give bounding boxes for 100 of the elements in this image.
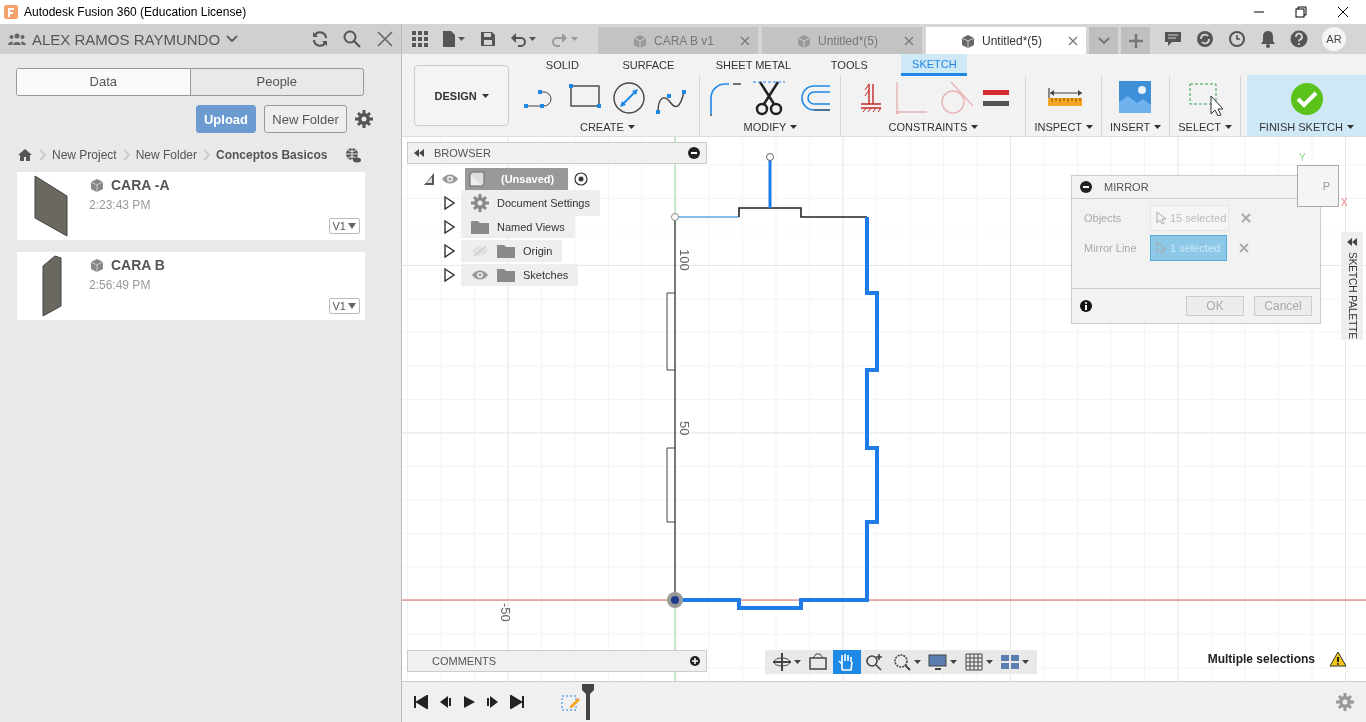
folder-icon xyxy=(497,244,515,258)
globe-icon[interactable] xyxy=(345,147,361,163)
cube-icon xyxy=(960,32,976,49)
cube-icon xyxy=(89,177,105,193)
browser-item[interactable]: Sketches xyxy=(461,264,579,286)
collapsed-icon[interactable] xyxy=(443,268,455,282)
settings-icon xyxy=(471,194,489,212)
restore-icon[interactable] xyxy=(1295,6,1307,18)
last-icon[interactable] xyxy=(510,695,524,709)
image-icon[interactable] xyxy=(1117,80,1154,116)
collapse-icon xyxy=(1347,238,1357,246)
radio-target-icon[interactable] xyxy=(574,172,589,186)
step-back-icon[interactable] xyxy=(438,695,452,709)
axis-label: Y xyxy=(1299,152,1306,163)
pointer-icon xyxy=(1156,211,1166,225)
step-forward-icon[interactable] xyxy=(486,695,500,709)
close-icon[interactable] xyxy=(1337,6,1349,18)
document-tab[interactable]: Untitled*(5) xyxy=(926,27,1086,54)
chevron-right-icon xyxy=(39,149,46,161)
toolbar-tab[interactable]: SHEET METAL xyxy=(703,54,804,76)
add-circle-icon[interactable] xyxy=(690,656,700,666)
component-icon xyxy=(469,171,485,187)
file-name[interactable]: CARA B xyxy=(111,257,165,273)
collapse-icon[interactable] xyxy=(414,149,424,157)
caret-icon xyxy=(481,93,489,98)
first-icon[interactable] xyxy=(414,695,428,709)
panel-title: COMMENTS xyxy=(432,655,498,667)
home-icon[interactable] xyxy=(17,148,33,162)
file-icon[interactable] xyxy=(442,30,466,48)
version-dropdown[interactable]: V1 xyxy=(328,298,360,314)
file-name[interactable]: CARA -A xyxy=(111,177,170,193)
search-icon[interactable] xyxy=(343,30,361,48)
bell-icon[interactable] xyxy=(1260,30,1276,48)
part-thumbnail xyxy=(31,174,71,238)
browser-item[interactable]: Origin xyxy=(461,240,563,262)
toolbar-tab[interactable]: SOLID xyxy=(519,54,606,76)
new-folder-button[interactable]: New Folder xyxy=(264,105,347,133)
circle-icon[interactable] xyxy=(611,80,648,116)
tool-group-menu[interactable]: SELECT xyxy=(1178,121,1232,133)
play-icon[interactable] xyxy=(462,695,476,709)
version-dropdown[interactable]: V1 xyxy=(328,218,360,234)
collapsed-icon[interactable] xyxy=(443,196,455,210)
field-label: Objects xyxy=(1084,212,1123,224)
toolbar-tab[interactable]: SURFACE xyxy=(605,54,692,76)
tool-group-menu[interactable]: MODIFY xyxy=(743,121,798,133)
sync-icon[interactable] xyxy=(1196,30,1214,48)
minus-circle-icon[interactable] xyxy=(688,147,700,159)
clock-icon[interactable] xyxy=(1228,30,1246,48)
window-title: Autodesk Fusion 360 (Education License) xyxy=(24,5,247,19)
data-tab[interactable]: Data xyxy=(17,69,190,95)
save-icon[interactable] xyxy=(480,31,496,47)
cube-icon xyxy=(632,32,648,49)
expanded-icon[interactable] xyxy=(423,172,435,186)
toolbar-tab[interactable]: TOOLS xyxy=(803,54,896,76)
caret-icon xyxy=(348,303,356,309)
workspace-dropdown[interactable]: DESIGN xyxy=(414,65,510,126)
tool-group-menu[interactable]: CREATE xyxy=(579,121,635,133)
timeline-marker[interactable] xyxy=(582,684,594,720)
comment-icon[interactable] xyxy=(1164,31,1182,47)
cube-icon xyxy=(89,257,105,273)
collapsed-icon[interactable] xyxy=(443,244,455,258)
chevron-down-icon xyxy=(1097,36,1110,45)
breadcrumb-link[interactable]: New Folder xyxy=(135,148,198,162)
breadcrumb-link[interactable]: Conceptos Basicos xyxy=(216,148,328,162)
info-icon[interactable] xyxy=(1080,300,1092,312)
minus-circle-icon[interactable] xyxy=(1080,181,1092,193)
data-tab[interactable]: People xyxy=(189,69,363,95)
breadcrumb-link[interactable]: New Project xyxy=(52,148,117,162)
collapsed-icon[interactable] xyxy=(443,220,455,234)
file-card[interactable]: CARA -A 2:23:43 PM V1 xyxy=(17,172,365,240)
caret-icon xyxy=(1154,125,1162,129)
tool-group-menu[interactable]: FINISH SKETCH xyxy=(1259,121,1354,133)
caret-icon xyxy=(1086,125,1094,129)
sketch-drawing[interactable] xyxy=(666,153,879,610)
eye-icon[interactable] xyxy=(441,173,459,185)
tool-group-menu[interactable]: INSPECT xyxy=(1034,121,1094,133)
dimension-label: 100 xyxy=(677,249,692,271)
pointer-icon xyxy=(1156,241,1166,255)
tool-group-menu[interactable]: CONSTRAINTS xyxy=(888,121,979,133)
selection-box-icon[interactable] xyxy=(1187,80,1224,116)
user-avatar[interactable]: AR xyxy=(1322,27,1346,51)
browser-item[interactable]: Document Settings xyxy=(461,190,600,216)
caret-icon xyxy=(790,125,798,129)
dialog-title: MIRROR xyxy=(1104,181,1149,193)
caret-icon xyxy=(1346,125,1354,129)
help-icon[interactable] xyxy=(1290,30,1308,48)
sketch-palette-tab[interactable]: SKETCH PALETTE xyxy=(1341,232,1363,340)
file-card[interactable]: CARA B 2:56:49 PM V1 xyxy=(17,252,365,320)
tool-group-menu[interactable]: INSERT xyxy=(1110,121,1162,133)
refresh-icon[interactable] xyxy=(311,30,329,48)
origin-point-icon xyxy=(667,592,683,608)
chevron-down-icon[interactable] xyxy=(226,35,239,43)
apps-grid-icon[interactable] xyxy=(412,31,428,47)
warning-icon xyxy=(1329,651,1347,667)
plus-icon xyxy=(1128,33,1143,48)
undo-icon[interactable] xyxy=(510,31,538,47)
browser-item[interactable]: Named Views xyxy=(461,216,575,238)
folder-icon xyxy=(497,268,515,282)
settings-icon[interactable] xyxy=(355,110,373,128)
app-logo-icon xyxy=(4,5,18,19)
